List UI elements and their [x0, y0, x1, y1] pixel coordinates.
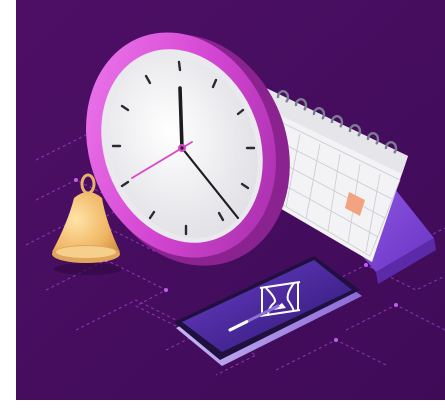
illustration-scene: [16, 0, 445, 400]
hour-hand: [178, 86, 184, 150]
